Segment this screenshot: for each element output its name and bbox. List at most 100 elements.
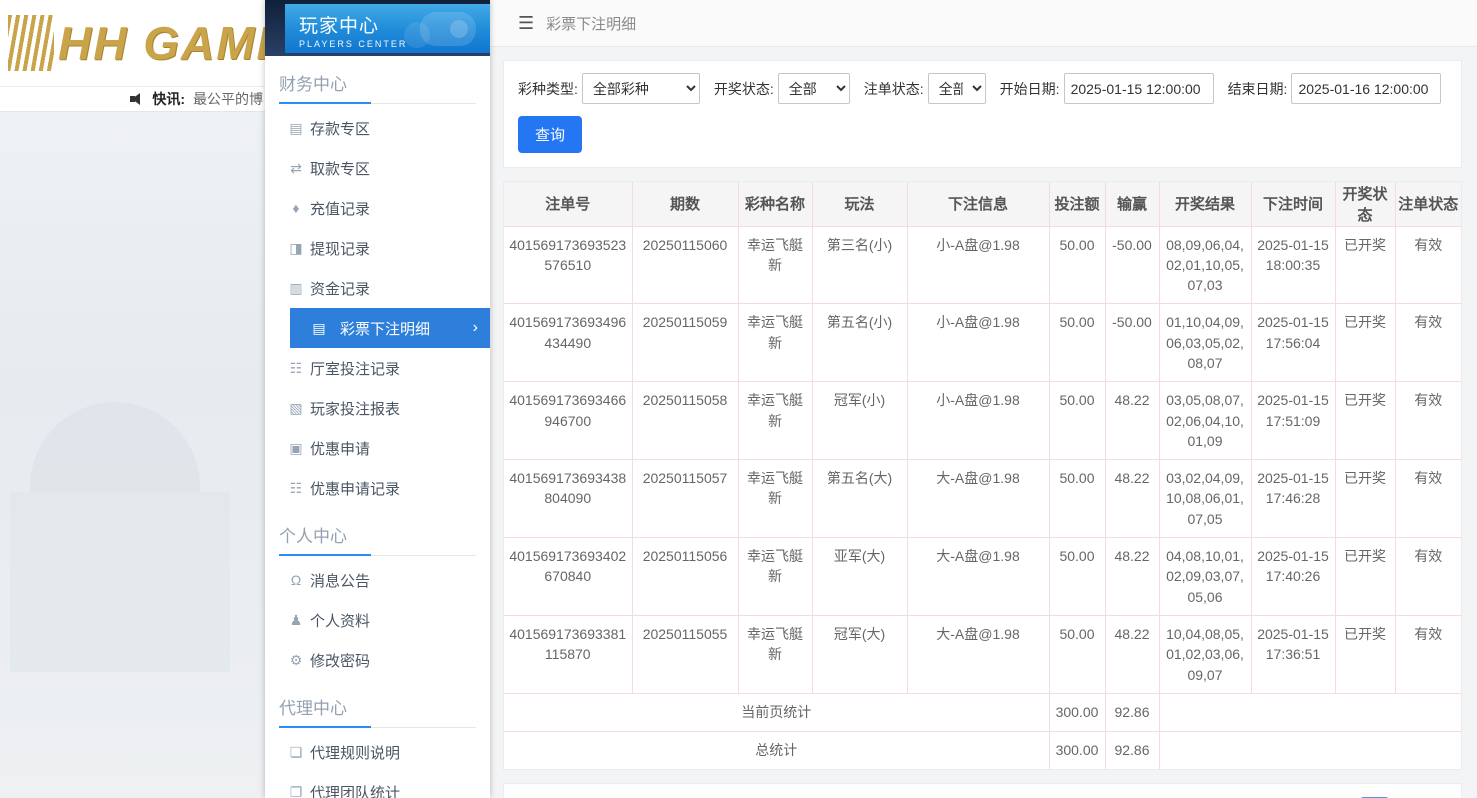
table-cell: 有效 <box>1394 537 1461 616</box>
column-header: 开奖结果 <box>1158 182 1252 227</box>
site-logo: HH GAME <box>8 15 265 71</box>
table-cell: 有效 <box>1394 381 1461 461</box>
table-cell: 401569173693496434490 <box>504 303 633 383</box>
summary-winloss-total: 92.86 <box>1104 692 1160 732</box>
table-cell: 08,09,06,04,02,01,10,05,07,03 <box>1158 225 1252 305</box>
capitol-base-shape <box>10 492 230 672</box>
column-header: 下注时间 <box>1250 182 1336 227</box>
table-cell: 幸运飞艇新 <box>737 537 813 616</box>
column-header: 开奖状态 <box>1334 182 1396 227</box>
sidebar-item-recharge-records[interactable]: ♦ 充值记录 <box>265 188 490 228</box>
table-cell: 2025-01-15 18:00:35 <box>1250 225 1336 305</box>
end-date-label: 结束日期: <box>1227 80 1288 97</box>
table-cell: 20250115055 <box>631 614 739 694</box>
sidebar-item-label: 资金记录 <box>310 280 371 298</box>
sidebar-item-player-bet-report[interactable]: ▧ 玩家投注报表 <box>265 388 490 428</box>
sidebar-item-promo-apply[interactable]: ▣ 优惠申请 <box>265 428 490 468</box>
table-cell: 50.00 <box>1048 459 1106 539</box>
summary-winloss-total: 92.86 <box>1104 730 1160 770</box>
ticker-text: 最公平的博 <box>193 91 263 107</box>
sidebar-item-label: 彩票下注明细 <box>340 320 431 338</box>
summary-row: 总统计 300.00 92.86 <box>504 730 1461 770</box>
sidebar-item-agent-team-stats[interactable]: ❐ 代理团队统计 <box>265 772 490 798</box>
sidebar-item-label: 玩家投注报表 <box>310 400 401 418</box>
table-cell: 已开奖 <box>1334 614 1396 694</box>
player-bet-report-icon: ▧ <box>289 399 303 416</box>
summary-label: 总统计 <box>504 730 1050 770</box>
table-cell: 有效 <box>1394 303 1461 383</box>
chevron-right-icon: › <box>472 319 478 336</box>
sidebar-item-withdrawal-records[interactable]: ◨ 提现记录 <box>265 228 490 268</box>
table-cell: 幸运飞艇新 <box>737 614 813 694</box>
start-date-input[interactable] <box>1063 73 1214 104</box>
sidebar-item-lottery-bet-details[interactable]: ▤ 彩票下注明细 › <box>290 308 490 348</box>
sidebar-item-deposit-zone[interactable]: ▤ 存款专区 <box>265 108 490 148</box>
deposit-zone-icon: ▤ <box>289 119 303 136</box>
table-cell: 50.00 <box>1048 225 1106 305</box>
gamepad-icon <box>404 12 476 48</box>
table-cell: 大-A盘@1.98 <box>906 614 1050 694</box>
summary-label: 当前页统计 <box>504 692 1050 732</box>
table-cell: 20250115056 <box>631 537 739 616</box>
ticker-label: 快讯: <box>152 91 185 107</box>
table-cell: 48.22 <box>1104 537 1160 616</box>
recharge-records-icon: ♦ <box>292 200 300 216</box>
background-photo <box>0 112 265 798</box>
sidebar-item-label: 代理规则说明 <box>310 744 401 762</box>
sidebar-item-label: 优惠申请 <box>310 440 371 458</box>
sidebar-item-withdraw-zone[interactable]: ⇄ 取款专区 <box>265 148 490 188</box>
lottery-type-select[interactable]: 全部彩种 <box>581 73 700 104</box>
sidebar-item-agent-rules[interactable]: ❏ 代理规则说明 <box>265 732 490 772</box>
hamburger-menu-icon[interactable]: ☰ <box>518 13 534 34</box>
sidebar-item-funds-records[interactable]: ▥ 资金记录 <box>265 268 490 308</box>
personal-profile-icon: ♟ <box>289 611 303 628</box>
summary-bet-total: 300.00 <box>1048 692 1106 732</box>
table-cell: 20250115059 <box>631 303 739 383</box>
query-button[interactable]: 查询 <box>518 116 583 153</box>
logo-text: HH GAME <box>58 17 265 69</box>
table-cell: 2025-01-15 17:36:51 <box>1250 614 1336 694</box>
summary-bet-total: 300.00 <box>1048 730 1106 770</box>
page-title: 彩票下注明细 <box>546 15 637 33</box>
sidebar-item-label: 消息公告 <box>310 572 371 590</box>
sidebar-item-message-announcements[interactable]: Ω 消息公告 <box>265 560 490 600</box>
withdraw-zone-icon: ⇄ <box>290 159 302 176</box>
section-header-1: 个人中心 <box>279 522 476 556</box>
table-cell: 有效 <box>1394 225 1461 305</box>
table-cell: 48.22 <box>1104 459 1160 539</box>
sidebar-item-label: 取款专区 <box>310 160 371 178</box>
sidebar-header: 玩家中心 PLAYERS CENTER <box>265 0 490 56</box>
table-cell: 小-A盘@1.98 <box>906 225 1050 305</box>
table-cell: 幸运飞艇新 <box>737 459 813 539</box>
sidebar-item-personal-profile[interactable]: ♟ 个人资料 <box>265 600 490 640</box>
table-cell: 50.00 <box>1048 303 1106 383</box>
draw-status-select[interactable]: 全部 <box>777 73 850 104</box>
table-cell: 大-A盘@1.98 <box>906 537 1050 616</box>
sidebar-item-label: 充值记录 <box>310 200 371 218</box>
funds-records-icon: ▥ <box>289 279 303 296</box>
table-cell: 03,05,08,07,02,06,04,10,01,09 <box>1158 381 1252 461</box>
promo-apply-records-icon: ☷ <box>289 479 303 496</box>
table-cell: 401569173693438804090 <box>504 459 633 539</box>
logo-bars-icon <box>8 15 54 71</box>
table-row: 401569173693523576510 20250115060 幸运飞艇新 第三名… <box>504 225 1461 305</box>
sidebar-item-hall-bet-records[interactable]: ☷ 厅室投注记录 <box>265 348 490 388</box>
sidebar-item-promo-apply-records[interactable]: ☷ 优惠申请记录 <box>265 468 490 508</box>
sidebar-item-change-password[interactable]: ⚙ 修改密码 <box>265 640 490 680</box>
table-cell: 401569173693381115870 <box>504 614 633 694</box>
summary-empty <box>1158 692 1461 732</box>
end-date-input[interactable] <box>1291 73 1442 104</box>
page: HH GAME 快讯: 最公平的博 玩家中心 PLAYERS CENTER 财务… <box>0 0 1477 798</box>
sidebar-item-label: 存款专区 <box>310 120 371 138</box>
main-content: ☰ 彩票下注明细 彩种类型: 全部彩种 开奖状态: 全部 注单状态: 全部 开始… <box>490 0 1477 798</box>
speaker-icon <box>130 93 146 105</box>
start-date-label: 开始日期: <box>999 80 1060 97</box>
order-status-select[interactable]: 全部 <box>927 73 986 104</box>
column-header: 投注额 <box>1048 182 1106 227</box>
hall-bet-records-icon: ☷ <box>289 359 303 376</box>
table-cell: 小-A盘@1.98 <box>906 381 1050 461</box>
table-cell: 48.22 <box>1104 614 1160 694</box>
table-cell: 第三名(小) <box>811 225 908 305</box>
table-cell: 已开奖 <box>1334 303 1396 383</box>
table-cell: 小-A盘@1.98 <box>906 303 1050 383</box>
